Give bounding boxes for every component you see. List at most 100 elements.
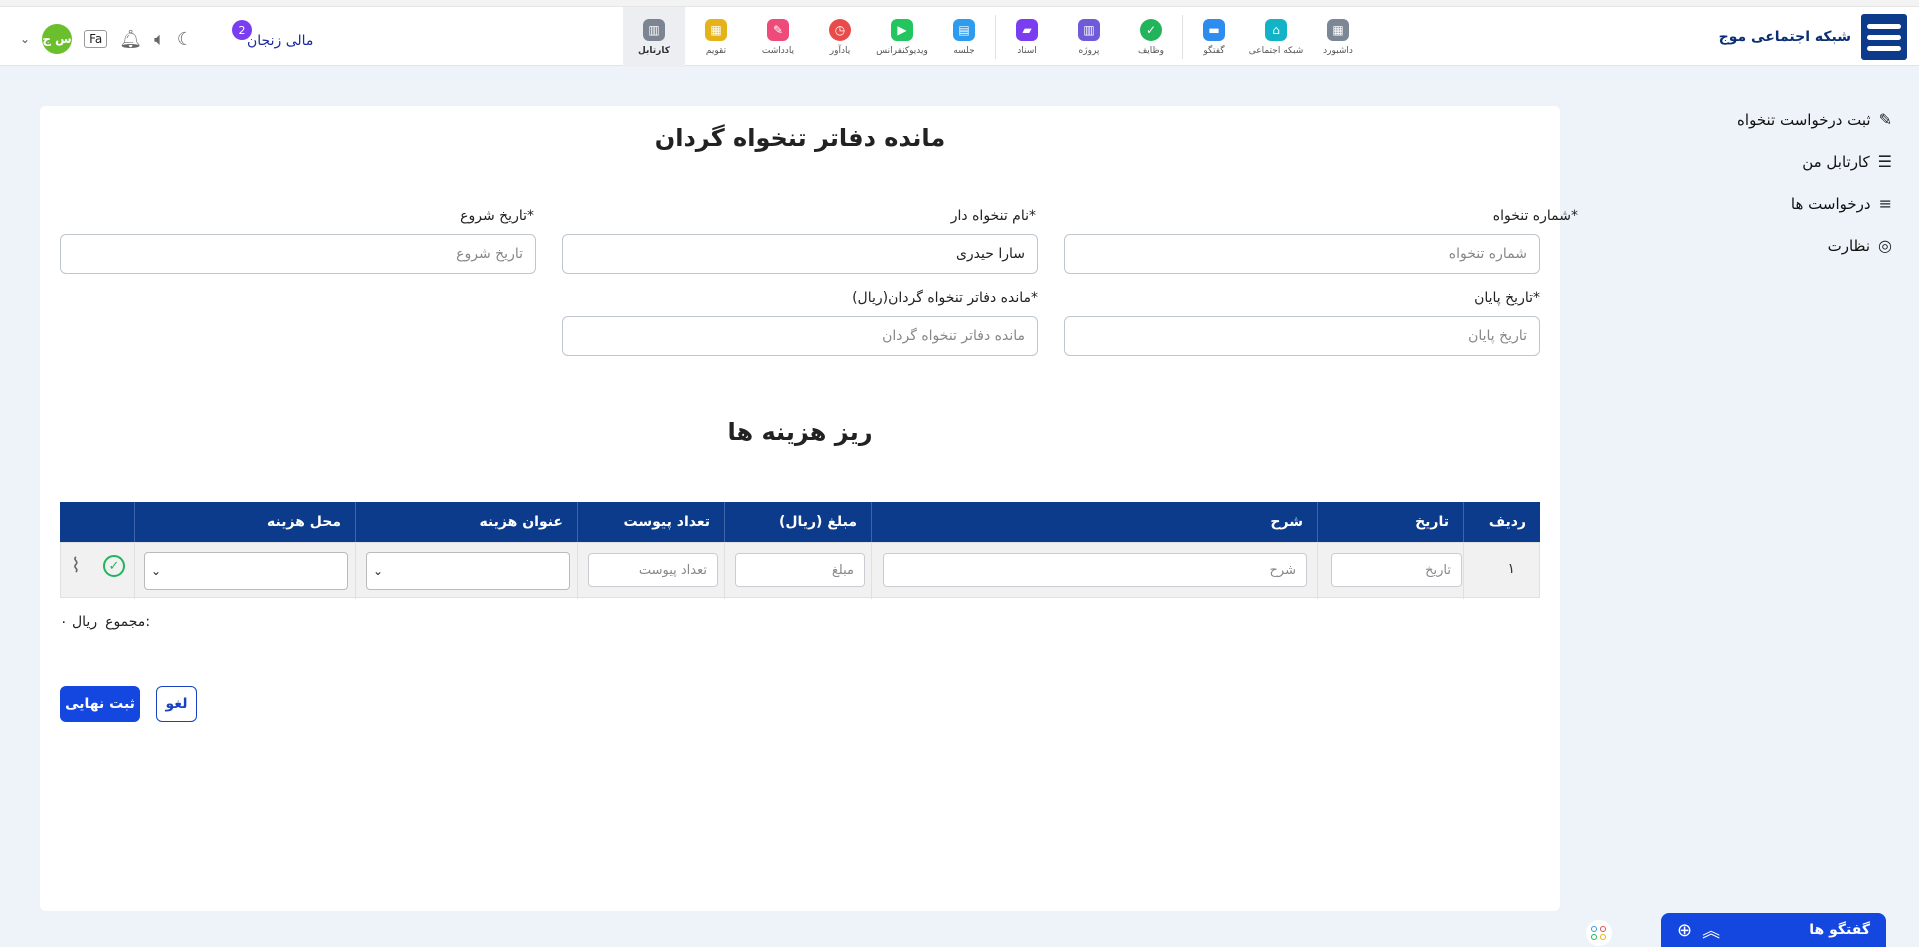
app-label: ویدیوکنفرانس (876, 45, 928, 56)
app-calendar[interactable]: ▦ تقویم (685, 7, 747, 67)
col-description: شرح (871, 502, 1317, 542)
page-title: مانده دفاتر تنخواه گردان (654, 124, 946, 152)
language-switch[interactable]: Fa (84, 30, 108, 48)
sidebar-item-requests[interactable]: ≡ درخواست ها (1791, 194, 1892, 213)
avatar[interactable]: س ج (42, 24, 73, 54)
app-dashboard[interactable]: ▦ داشبورد (1307, 7, 1369, 67)
app-notes[interactable]: ✎ یادداشت (747, 7, 809, 67)
username[interactable]: مالی زنجان (247, 33, 313, 49)
app-label: داشبورد (1323, 45, 1353, 56)
app-chat[interactable]: ▬ گفتگو (1183, 7, 1245, 67)
board-icon: ▤ (953, 18, 975, 41)
speaker-mute-icon[interactable]: 🔈︎ (154, 29, 165, 50)
total: ۰ ریال مجموع: (60, 614, 150, 630)
sidebar-item-label: درخواست ها (1790, 194, 1871, 213)
app-project[interactable]: ▥ پروژه (1058, 7, 1120, 67)
app-label: اسناد (1017, 45, 1037, 56)
app-label: کارتابل (638, 45, 670, 56)
col-expense-location: محل هزینه (134, 502, 355, 542)
cell-divider (1463, 543, 1464, 599)
holder-name-label: نام تنخواه دار* (950, 208, 1036, 224)
confirm-check-icon[interactable]: ✓ (103, 555, 125, 577)
brand-logo (1861, 14, 1907, 60)
chevron-down-icon: ⌄ (373, 564, 384, 578)
app-meeting[interactable]: ▤ جلسه (933, 7, 995, 67)
total-label: مجموع: (105, 614, 151, 630)
cancel-button[interactable]: لغو (156, 686, 197, 722)
form-card: مانده دفاتر تنخواه گردان شماره تنخواه* ش… (40, 106, 1578, 911)
col-date: تاریخ (1317, 502, 1463, 542)
grid-icon: ▦ (1327, 18, 1349, 41)
end-date-label: تاریخ پایان* (1474, 290, 1540, 306)
check-icon: ✓ (1140, 18, 1162, 41)
row-expense-location-select[interactable]: ⌄ (144, 552, 348, 590)
alarm-icon: ◷ (829, 18, 851, 41)
cell-divider (1317, 543, 1318, 599)
calendar-icon: ▦ (705, 18, 727, 41)
chat-title: گفتگو ها (1809, 922, 1870, 938)
presentation-icon: ▥ (1078, 18, 1100, 41)
row-date-input[interactable]: تاریخ (1331, 553, 1462, 587)
app-videoconference[interactable]: ▶ ویدیوکنفرانس (871, 7, 933, 67)
note-icon: ✎ (767, 18, 789, 41)
table-header: ردیف تاریخ شرح مبلغ (ریال) تعداد پیوست ع… (60, 502, 1540, 542)
paperclip-icon[interactable]: ⌇ (71, 553, 81, 577)
app-tasks[interactable]: ✓ وظایف (1120, 7, 1182, 67)
sidebar-item-new-request[interactable]: ✎ ثبت درخواست تنخواه (1737, 110, 1892, 129)
holder-name-input[interactable]: سارا حیدری (562, 234, 1038, 274)
col-attachments: تعداد پیوست (577, 502, 724, 542)
sidebar-item-label: نظارت (1827, 236, 1871, 255)
row-index: ۱ (1507, 561, 1515, 577)
col-actions (60, 502, 134, 542)
cell-divider (724, 543, 725, 599)
col-expense-title: عنوان هزینه (355, 502, 577, 542)
app-label: گفتگو (1203, 45, 1225, 56)
moon-icon[interactable]: ☾ (177, 29, 193, 50)
app-reminder[interactable]: ◷ یادآور (809, 7, 871, 67)
cell-divider (577, 543, 578, 599)
user-area: ⌄ س ج Fa 🔔︎ 🔈︎ ☾ (20, 19, 193, 59)
add-circle-icon[interactable]: ⊕ (1677, 920, 1692, 941)
start-date-input[interactable]: تاریخ شروع (60, 234, 536, 274)
brand[interactable]: شبکه اجتماعی موج (1719, 13, 1907, 61)
row-expense-title-select[interactable]: ⌄ (366, 552, 570, 590)
bell-icon[interactable]: 🔔︎ (119, 29, 142, 50)
fund-number-input[interactable]: شماره تنخواه (1064, 234, 1540, 274)
top-bar: شبکه اجتماعی موج ▦ داشبورد ⌂ شبکه اجتماع… (0, 6, 1919, 67)
video-icon: ▶ (891, 18, 913, 41)
sidebar: ✎ ثبت درخواست تنخواه ☰ کارتابل من ≡ درخو… (1601, 66, 1919, 947)
app-documents[interactable]: ▰ اسناد (996, 7, 1058, 67)
app-label: پروژه (1078, 45, 1100, 56)
chevron-up-double-icon[interactable]: ︽ (1702, 917, 1720, 943)
app-label: تقویم (705, 45, 727, 56)
chat-bar[interactable]: گفتگو ها ︽ ⊕ (1661, 913, 1886, 947)
balance-input[interactable]: مانده دفاتر تنخواه گردان (562, 316, 1038, 356)
cell-divider (134, 543, 135, 599)
app-label: شبکه اجتماعی (1248, 45, 1304, 56)
app-launcher: ▦ داشبورد ⌂ شبکه اجتماعی ▬ گفتگو ✓ وظایف… (623, 7, 1369, 67)
col-index: ردیف (1463, 502, 1540, 542)
chat-icon: ▬ (1203, 18, 1225, 41)
chevron-down-icon[interactable]: ⌄ (20, 32, 30, 46)
app-cartable[interactable]: ▥ کارتابل (623, 7, 685, 67)
row-amount-input[interactable]: مبلغ (735, 553, 865, 587)
brand-name: شبکه اجتماعی موج (1718, 29, 1851, 45)
balance-label: مانده دفاتر تنخواه گردان(ریال)* (852, 290, 1038, 306)
end-date-input[interactable]: تاریخ پایان (1064, 316, 1540, 356)
fund-number-label: شماره تنخواه* (1492, 208, 1578, 224)
building-icon: ▥ (643, 18, 665, 41)
app-label: وظایف (1137, 45, 1165, 56)
row-attachments-input[interactable]: تعداد پیوست (588, 553, 718, 587)
user-gear-icon: ◎ (1878, 236, 1892, 255)
app-social[interactable]: ⌂ شبکه اجتماعی (1245, 7, 1307, 67)
chevron-down-icon: ⌄ (151, 564, 162, 578)
sidebar-item-supervision[interactable]: ◎ نظارت (1828, 236, 1892, 255)
col-amount: مبلغ (ریال) (724, 502, 871, 542)
row-description-input[interactable]: شرح (883, 553, 1307, 587)
user-list-icon: ☰ (1877, 152, 1892, 171)
submit-button[interactable]: ثبت نهایی (60, 686, 140, 722)
folder-icon: ▰ (1016, 18, 1038, 41)
apps-dots-icon[interactable] (1586, 920, 1612, 946)
sidebar-item-my-cartable[interactable]: ☰ کارتابل من (1802, 152, 1892, 171)
cell-divider (355, 543, 356, 599)
